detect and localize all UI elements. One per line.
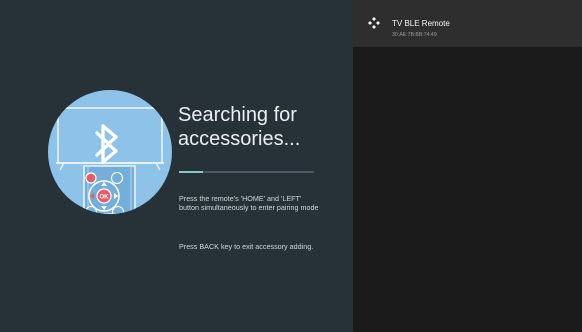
- pairing-progress-bar: [179, 171, 314, 173]
- device-list-item[interactable]: TV BLE Remote 30:AE:7B:BB:74:49: [353, 0, 582, 47]
- gamepad-icon: [368, 17, 380, 29]
- discovered-devices-panel: TV BLE Remote 30:AE:7B:BB:74:49: [353, 0, 582, 332]
- tv-icon: [56, 107, 164, 171]
- pairing-title: Searching for accessories...: [178, 104, 301, 150]
- remote-power-button: [85, 172, 97, 184]
- pairing-instruction: Press the remote's 'HOME' and 'LEFT' but…: [179, 194, 319, 212]
- remote-ok-label: OK: [100, 195, 110, 201]
- pairing-illustration: OK: [48, 90, 172, 214]
- remote-icon: OK: [83, 165, 136, 214]
- exit-hint: Press BACK key to exit accessory adding.: [179, 242, 314, 251]
- device-address: 30:AE:7B:BB:74:49: [392, 32, 437, 38]
- pairing-progress-fill: [179, 171, 204, 173]
- pairing-panel: OK Searching for accessories... Press th…: [0, 0, 353, 332]
- device-name: TV BLE Remote: [392, 19, 450, 28]
- accessory-pairing-screen: OK Searching for accessories... Press th…: [0, 0, 582, 332]
